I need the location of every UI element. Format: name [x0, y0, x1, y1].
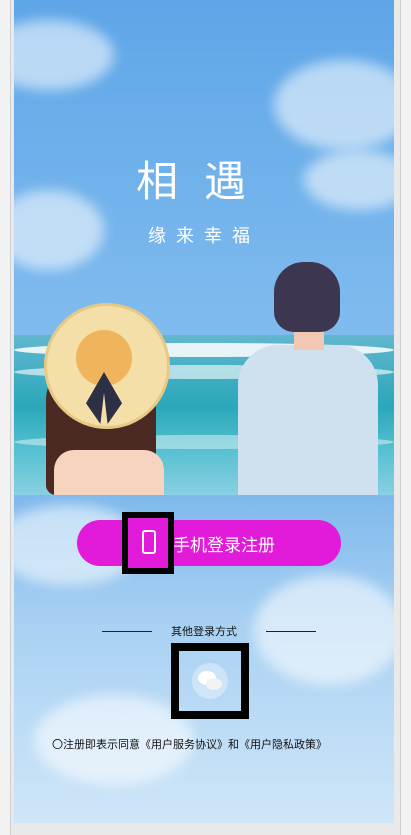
- agreement-text: 〇注册即表示同意《用户服务协议》和《用户隐私政策》: [52, 736, 411, 752]
- divider-right: [266, 631, 316, 632]
- app-window: 相遇 缘来幸福 手机登录注册 其他登录方式 〇注册即表示同意《用户服务协议》和《…: [0, 0, 411, 835]
- phone-icon: [142, 530, 156, 554]
- girl-shoulder: [54, 450, 164, 495]
- agreement-radio[interactable]: 〇: [52, 738, 63, 751]
- phone-login-label: 手机登录注册: [173, 535, 275, 555]
- service-agreement-link[interactable]: 《用户服务协议》: [140, 738, 228, 751]
- wechat-icon: [192, 663, 228, 699]
- left-scrollbar[interactable]: [0, 0, 11, 835]
- cloud: [14, 20, 114, 90]
- agreement-and: 和: [228, 738, 239, 751]
- phone-login-button[interactable]: 手机登录注册: [77, 520, 341, 566]
- cloud: [274, 60, 394, 150]
- boy-shirt: [238, 345, 378, 495]
- privacy-policy-link[interactable]: 《用户隐私政策》: [239, 738, 327, 751]
- wechat-login-button[interactable]: [171, 643, 249, 719]
- other-login-label: 其他登录方式: [171, 625, 237, 638]
- agreement-prefix: 注册即表示同意: [63, 738, 140, 751]
- boy-hair: [274, 262, 340, 332]
- wechat-bubble: [206, 678, 222, 690]
- right-scrollbar[interactable]: [400, 0, 411, 835]
- app-slogan: 缘来幸福: [148, 226, 260, 247]
- login-screen: 相遇 缘来幸福 手机登录注册 其他登录方式: [14, 0, 394, 823]
- phone-icon-highlight[interactable]: [122, 512, 174, 574]
- app-title: 相遇: [135, 157, 272, 206]
